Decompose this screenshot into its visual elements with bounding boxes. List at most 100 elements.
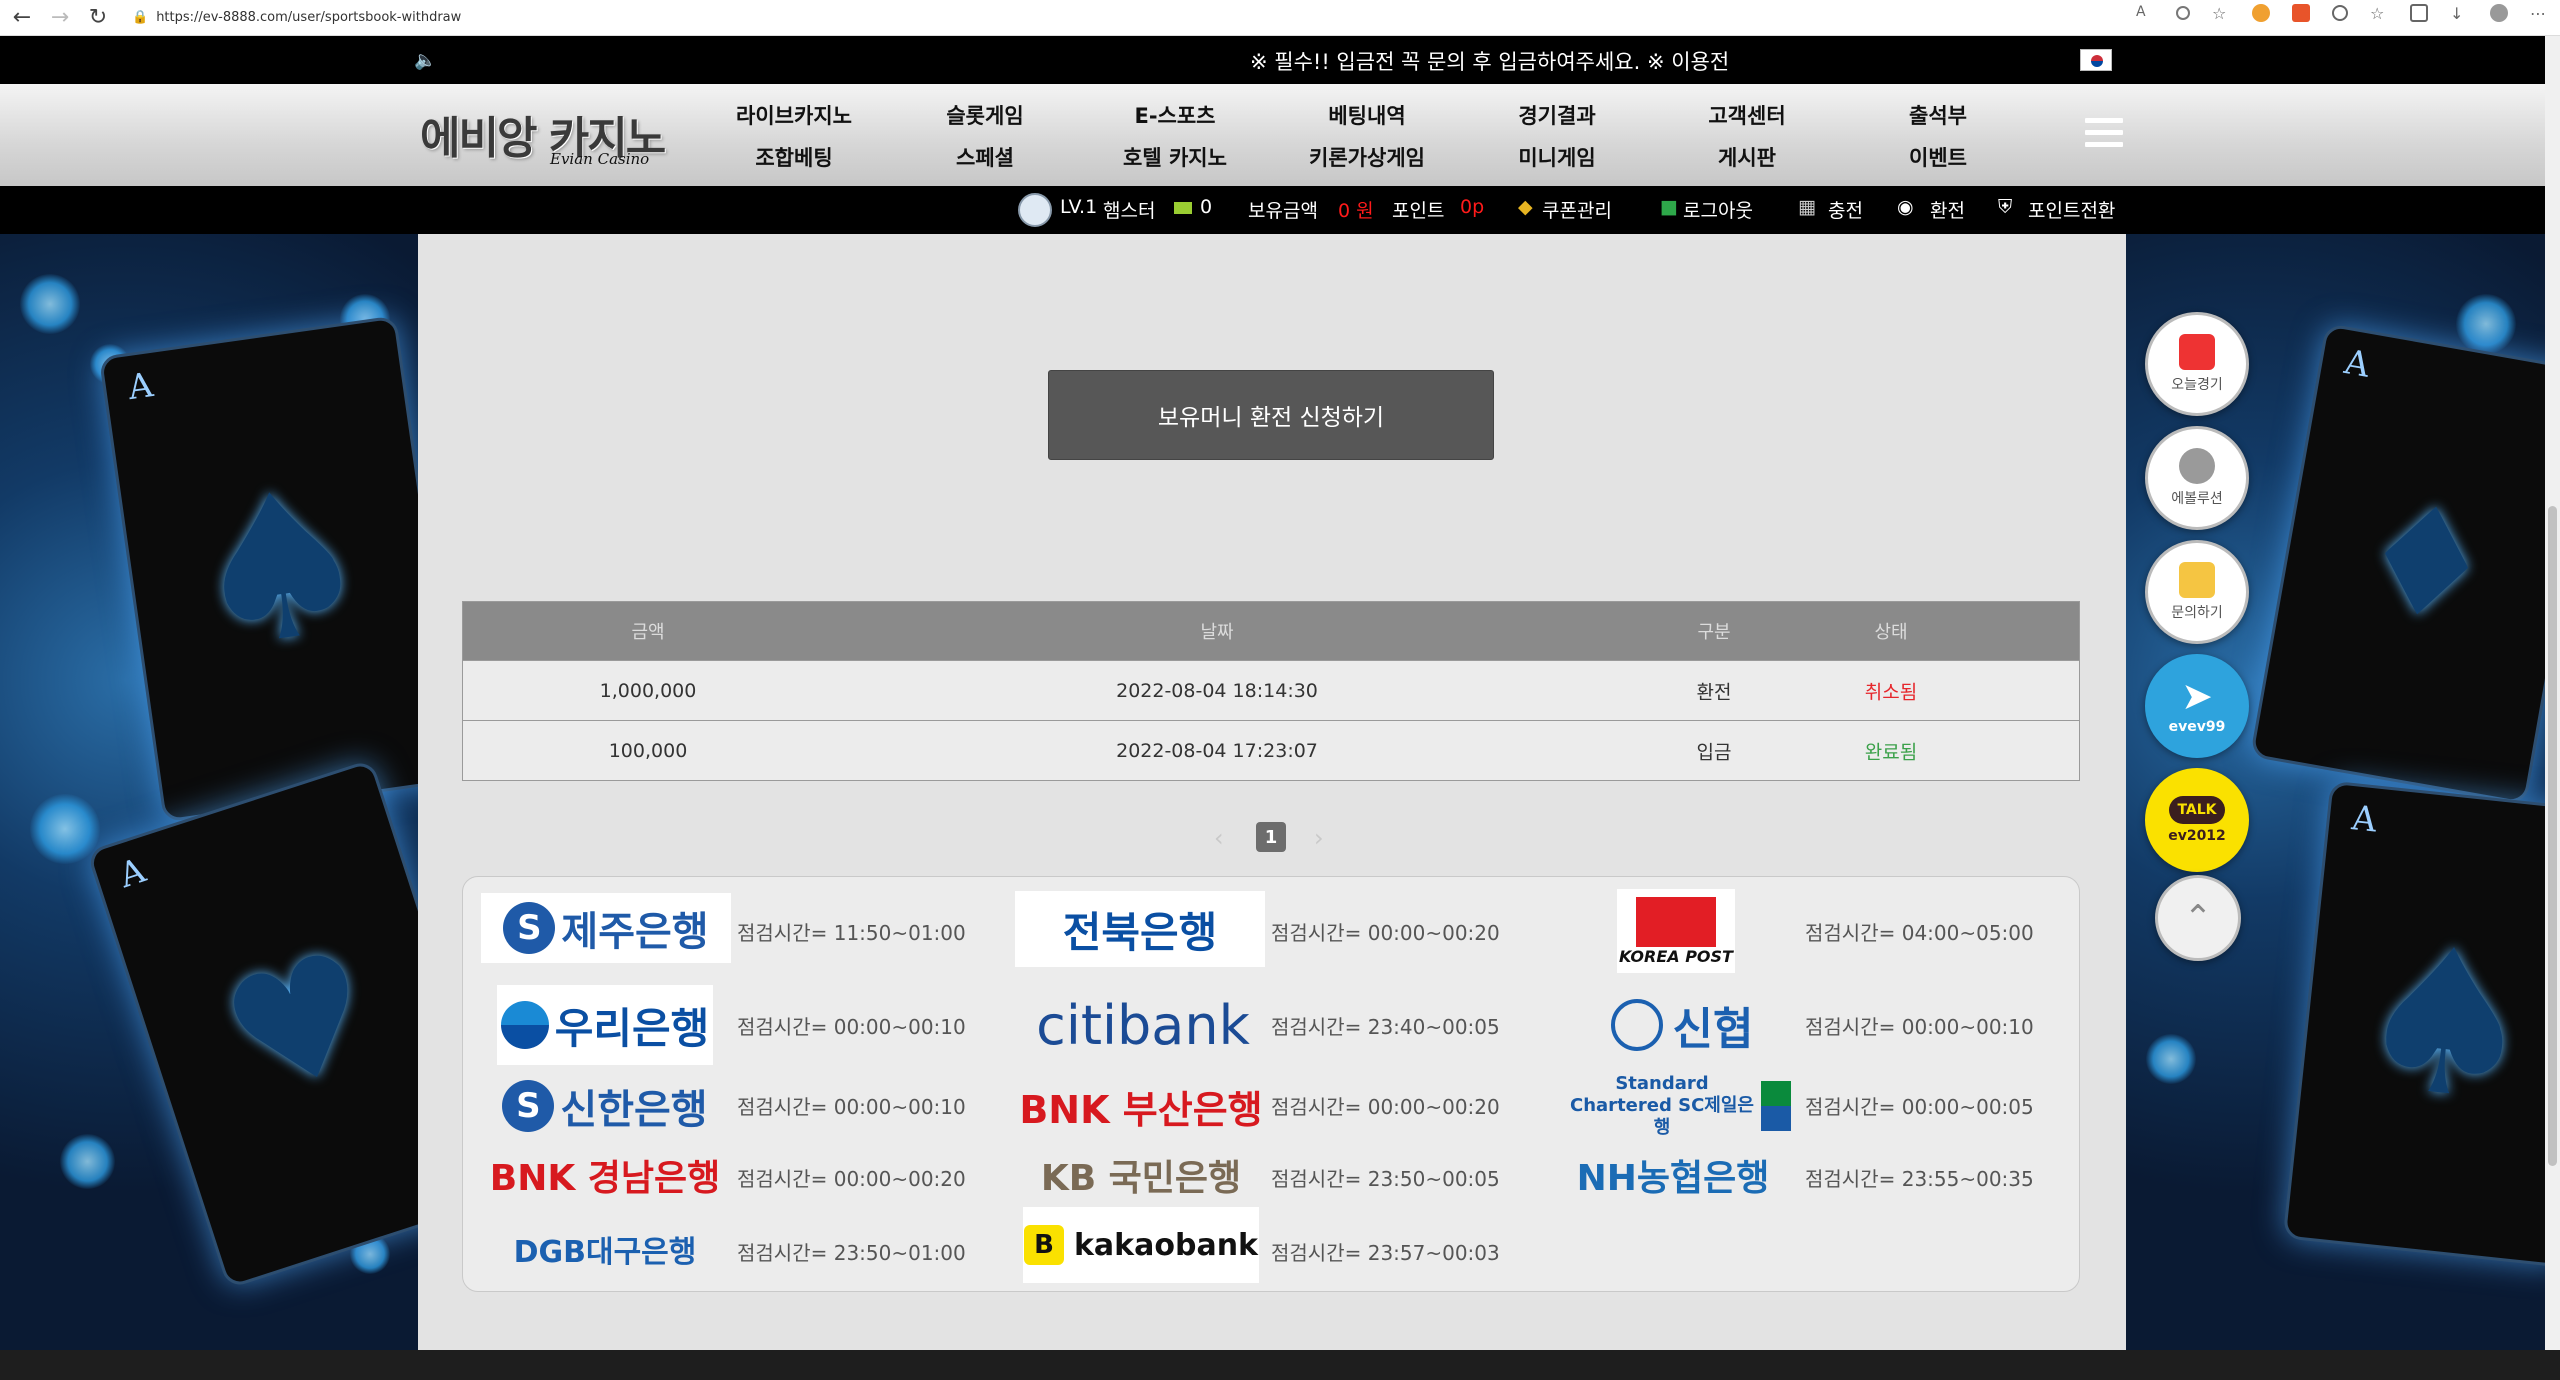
row-status-complete: 완료됨 bbox=[1864, 741, 1918, 763]
prev-page-button[interactable]: ‹ bbox=[1214, 824, 1224, 852]
shinhan-bank-logo: S 신한은행 bbox=[477, 1071, 733, 1141]
busan-bank-logo: BNK 부산은행 bbox=[1019, 1087, 1263, 1132]
page-number-current[interactable]: 1 bbox=[1256, 822, 1286, 852]
today-games-button[interactable]: 오늘경기 bbox=[2145, 312, 2249, 416]
ace-card-art-4: A ♠ bbox=[2282, 780, 2545, 1268]
collections-icon[interactable] bbox=[2410, 4, 2428, 22]
zoom-icon[interactable] bbox=[2176, 6, 2190, 20]
site-logo[interactable]: 에비앙 카지노 Evian Casino bbox=[420, 102, 670, 176]
inquiry-button[interactable]: 문의하기 bbox=[2145, 540, 2249, 644]
user-info-bar: LV.1 햄스터 0 보유금액 0 원 포인트 0p ◆ 쿠폰관리 ■ 로그아웃… bbox=[0, 186, 2545, 234]
evolution-icon bbox=[2179, 448, 2215, 484]
url-text[interactable]: https://ev-8888.com/user/sportsbook-with… bbox=[156, 10, 461, 25]
user-avatar-icon bbox=[1018, 193, 1052, 227]
menu-board[interactable]: 게시판 bbox=[1718, 142, 1776, 172]
evolution-button[interactable]: 에볼루션 bbox=[2145, 426, 2249, 530]
logout-link[interactable]: 로그아웃 bbox=[1683, 196, 1753, 223]
menu-combo-bet[interactable]: 조합베팅 bbox=[755, 142, 832, 172]
balance-label: 보유금액 bbox=[1248, 200, 1318, 222]
user-name: 햄스터 bbox=[1103, 200, 1156, 222]
menu-special[interactable]: 스페셜 bbox=[956, 142, 1014, 172]
korea-post-time: 점검시간= 04:00~05:00 bbox=[1805, 921, 2034, 945]
back-icon[interactable]: ← bbox=[6, 4, 38, 32]
menu-esports[interactable]: E-스포츠 bbox=[1134, 100, 1215, 130]
woori-bank-logo: 우리은행 bbox=[497, 985, 713, 1065]
jeju-bank-time: 점검시간= 11:50~01:00 bbox=[737, 921, 966, 945]
citibank-time: 점검시간= 23:40~00:05 bbox=[1271, 1015, 1500, 1039]
extension-icon-3[interactable] bbox=[2332, 5, 2348, 21]
jeonbuk-bank-logo: 전북은행 bbox=[1015, 891, 1265, 967]
korea-post-logo: KOREA POST bbox=[1617, 889, 1735, 973]
shinhan-bank-icon: S bbox=[502, 1080, 555, 1132]
forward-icon[interactable]: → bbox=[44, 4, 76, 32]
scrollbar-thumb[interactable] bbox=[2548, 506, 2557, 1166]
sc-bank-logo: Standard Chartered SC제일은행 bbox=[1561, 1073, 1797, 1139]
menu-kiron-virtual[interactable]: 키론가상게임 bbox=[1309, 142, 1425, 172]
chevron-up-icon: ⌃ bbox=[2183, 898, 2213, 938]
telegram-button[interactable]: ➤ evev99 bbox=[2145, 654, 2249, 758]
woori-bank-icon bbox=[500, 1001, 549, 1049]
logo-subtext: Evian Casino bbox=[550, 150, 650, 168]
kb-bank-logo: KB 국민은행 bbox=[1040, 1158, 1242, 1199]
main-menu-bar: 에비앙 카지노 Evian Casino 라이브카지노 슬롯게임 E-스포츠 베… bbox=[0, 84, 2545, 186]
speaker-icon[interactable]: 🔈 bbox=[414, 50, 436, 71]
kakaotalk-button[interactable]: TALK ev2012 bbox=[2145, 768, 2249, 872]
menu-hotel-casino[interactable]: 호텔 카지노 bbox=[1123, 142, 1227, 172]
korea-post-icon bbox=[1636, 896, 1716, 947]
extension-icon-2[interactable] bbox=[2292, 4, 2310, 22]
mail-icon[interactable] bbox=[1174, 202, 1192, 214]
row-type: 입금 bbox=[1696, 741, 1732, 763]
menu-game-results[interactable]: 경기결과 bbox=[1518, 100, 1595, 130]
kakaobank-time: 점검시간= 23:57~00:03 bbox=[1271, 1241, 1500, 1265]
favorites-bar-icon[interactable]: ☆ bbox=[2370, 4, 2388, 23]
user-level: LV.1 bbox=[1060, 196, 1098, 218]
menu-attendance[interactable]: 출석부 bbox=[1909, 100, 1967, 130]
coupon-link[interactable]: 쿠폰관리 bbox=[1542, 196, 1612, 223]
download-icon[interactable]: ↓ bbox=[2450, 4, 2468, 23]
kyongnam-bank-logo: BNK 경남은행 bbox=[489, 1158, 721, 1199]
menu-live-casino[interactable]: 라이브카지노 bbox=[736, 100, 852, 130]
address-bar[interactable]: 🔒 https://ev-8888.com/user/sportsbook-wi… bbox=[132, 5, 461, 31]
point-value: 0p bbox=[1460, 196, 1485, 218]
reload-icon[interactable]: ↻ bbox=[82, 4, 114, 32]
next-page-button[interactable]: › bbox=[1314, 824, 1324, 852]
header-date: 날짜 bbox=[1200, 622, 1234, 643]
kakaotalk-icon: TALK bbox=[2169, 796, 2225, 824]
withdraw-request-button[interactable]: 보유머니 환전 신청하기 bbox=[1048, 370, 1494, 460]
deposit-icon: ▦ bbox=[1798, 196, 1816, 218]
read-aloud-icon[interactable]: A bbox=[2136, 4, 2154, 22]
browser-toolbar: ← → ↻ 🔒 https://ev-8888.com/user/sportsb… bbox=[0, 0, 2560, 36]
header-amount: 금액 bbox=[631, 622, 665, 643]
shinhyup-icon bbox=[1610, 999, 1663, 1051]
withdraw-link[interactable]: 환전 bbox=[1930, 196, 1965, 223]
message-count[interactable]: 0 bbox=[1200, 196, 1212, 218]
menu-mini-game[interactable]: 미니게임 bbox=[1518, 142, 1595, 172]
nh-bank-logo: NH농협은행 bbox=[1576, 1158, 1770, 1199]
hamburger-menu-icon[interactable] bbox=[2085, 118, 2123, 150]
telegram-icon: ➤ bbox=[2181, 674, 2213, 718]
page-scrollbar[interactable] bbox=[2545, 36, 2560, 1350]
menu-bet-history[interactable]: 베팅내역 bbox=[1328, 100, 1405, 130]
dgb-bank-logo: DGB대구은행 bbox=[513, 1235, 697, 1270]
menu-customer-center[interactable]: 고객센터 bbox=[1708, 100, 1785, 130]
sc-bank-time: 점검시간= 00:00~00:05 bbox=[1805, 1095, 2034, 1119]
korea-flag-icon[interactable] bbox=[2080, 49, 2112, 71]
menu-slot-game[interactable]: 슬롯게임 bbox=[946, 100, 1023, 130]
point-convert-link[interactable]: 포인트전환 bbox=[2028, 196, 2115, 223]
row-amount: 1,000,000 bbox=[599, 679, 697, 702]
profile-avatar[interactable] bbox=[2490, 4, 2508, 22]
jeju-bank-logo: S 제주은행 bbox=[481, 893, 731, 963]
citibank-logo: citibank bbox=[1036, 993, 1250, 1057]
row-date: 2022-08-04 18:14:30 bbox=[1116, 679, 1318, 702]
row-amount: 100,000 bbox=[608, 739, 688, 762]
inquiry-mail-icon bbox=[2179, 562, 2215, 598]
favorite-icon[interactable]: ☆ bbox=[2212, 4, 2230, 23]
menu-event[interactable]: 이벤트 bbox=[1909, 142, 1967, 172]
extension-icon-1[interactable] bbox=[2252, 4, 2270, 22]
more-icon[interactable]: ⋯ bbox=[2530, 4, 2548, 23]
jeonbuk-bank-time: 점검시간= 00:00~00:20 bbox=[1271, 921, 1500, 945]
scroll-top-button[interactable]: ⌃ bbox=[2155, 875, 2241, 961]
deposit-link[interactable]: 충전 bbox=[1828, 196, 1863, 223]
bank-maintenance-panel: S 제주은행 점검시간= 11:50~01:00 전북은행 점검시간= 00:0… bbox=[462, 876, 2080, 1292]
dgb-bank-time: 점검시간= 23:50~01:00 bbox=[737, 1241, 966, 1265]
